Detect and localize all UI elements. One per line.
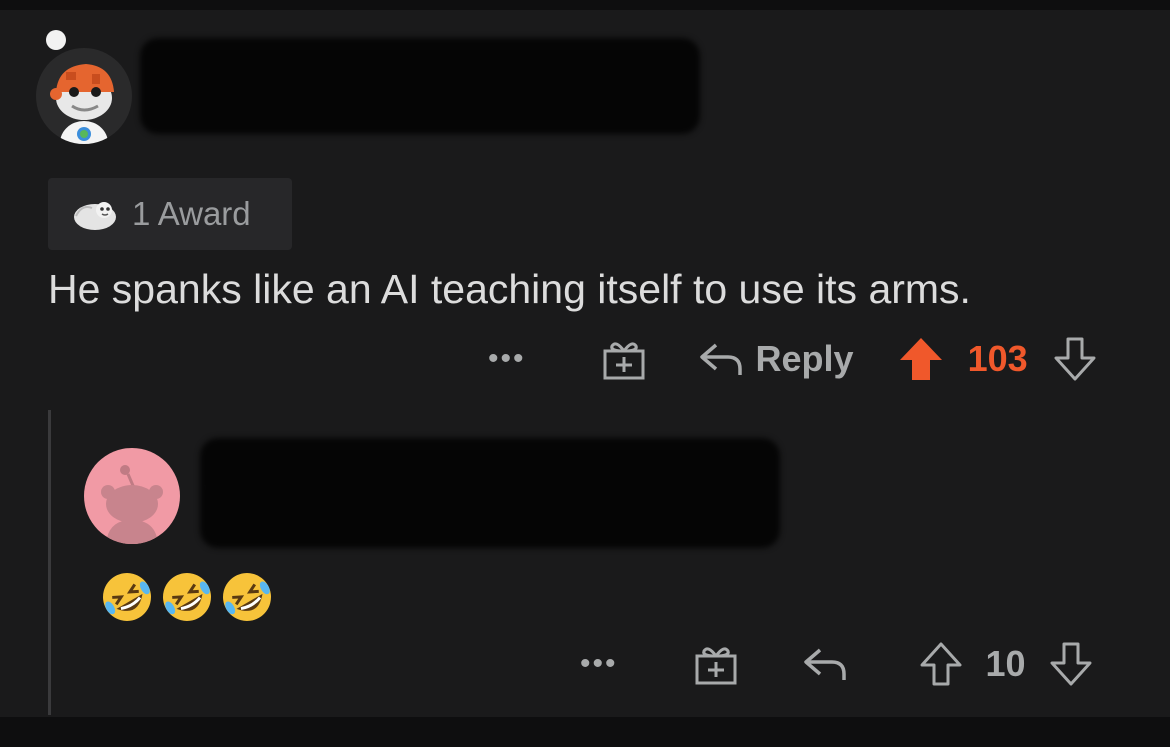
reply-button[interactable]: Reply [698, 338, 854, 380]
reply-arrow-icon [699, 343, 742, 375]
comment-body [98, 568, 276, 626]
award-count-label: 1 Award [132, 195, 251, 232]
top-edge [0, 0, 1170, 10]
username-redacted[interactable]: P d [140, 38, 700, 134]
more-options-button[interactable]: ••• [580, 649, 618, 679]
thread-line[interactable] [48, 410, 51, 715]
downvote-icon[interactable] [1052, 336, 1098, 382]
reply-arrow-icon[interactable] [802, 644, 848, 684]
snoo-default-avatar-icon [101, 465, 163, 544]
redaction-scribble [200, 438, 780, 548]
bottom-edge [0, 717, 1170, 747]
gift-award-icon[interactable] [694, 643, 738, 685]
online-status-indicator [46, 30, 66, 50]
comment-actions: ••• 10 [580, 640, 1094, 688]
rolling-on-floor-laughing-icon [103, 573, 151, 621]
wholesome-seal-icon [74, 202, 116, 230]
user-avatar[interactable] [84, 448, 180, 544]
comment-body: He spanks like an AI teaching itself to … [48, 266, 971, 312]
username-redacted[interactable]: W dish793 0d [190, 438, 780, 550]
more-options-button[interactable]: ••• [488, 344, 526, 374]
redaction-scribble [140, 38, 700, 134]
vote-score: 10 [985, 643, 1026, 684]
gift-award-icon[interactable] [602, 338, 646, 380]
rolling-on-floor-laughing-icon [223, 573, 271, 621]
vote-score: 103 [967, 338, 1028, 379]
upvote-icon[interactable] [918, 641, 964, 687]
downvote-icon[interactable] [1048, 641, 1094, 687]
reply-label: Reply [755, 338, 854, 379]
upvote-filled-icon[interactable] [898, 336, 944, 382]
comment-actions: ••• Reply 103 [488, 336, 1098, 382]
award-badge[interactable]: 1 Award [48, 178, 292, 250]
rolling-on-floor-laughing-icon [163, 573, 211, 621]
snoo-avatar-icon [50, 64, 114, 144]
user-avatar[interactable] [36, 48, 132, 144]
